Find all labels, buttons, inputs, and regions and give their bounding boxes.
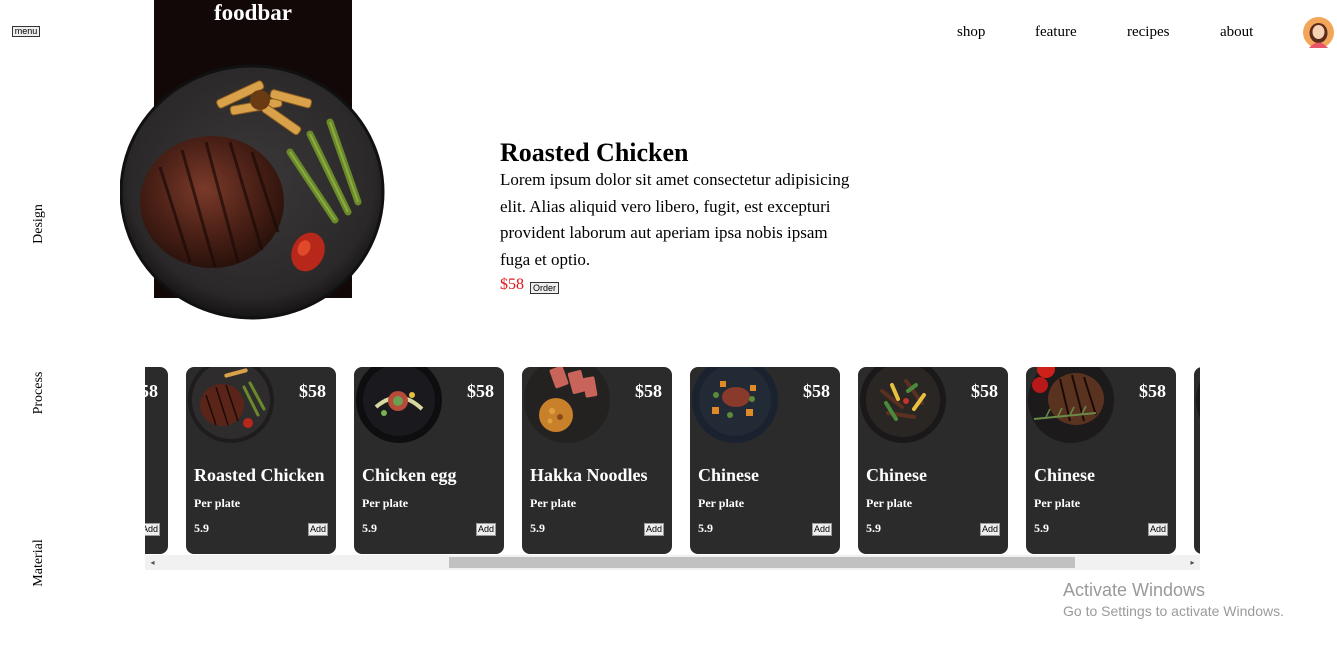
card-subtitle: Per plate <box>698 496 745 510</box>
card-value: 5.9 <box>1034 521 1049 535</box>
scroll-left-arrow-icon[interactable]: ◂ <box>145 555 160 570</box>
card-price: $58 <box>145 381 158 401</box>
user-avatar[interactable] <box>1303 17 1334 48</box>
nav-feature[interactable]: feature <box>1035 24 1077 41</box>
card-title: Hakka Noodles <box>530 465 648 485</box>
add-button[interactable]: Add <box>307 523 328 536</box>
card-price: $58 <box>635 381 662 401</box>
scroll-right-arrow-icon[interactable]: ▸ <box>1185 555 1200 570</box>
food-card-partial-left: $58 Add <box>145 367 168 554</box>
card-price: $58 <box>971 381 998 401</box>
food-card[interactable]: $58 Roasted Chicken Per plate 5.9 Add <box>186 367 336 554</box>
activate-windows-watermark: Activate Windows Go to Settings to activ… <box>1063 579 1284 621</box>
hero-title: Roasted Chicken <box>500 138 689 167</box>
food-card[interactable]: $58 Chicken egg Per plate 5.9 Add <box>354 367 504 554</box>
side-label-process[interactable]: Process <box>31 372 47 415</box>
order-button[interactable]: Order <box>530 282 560 294</box>
side-label-design[interactable]: Design <box>31 204 47 244</box>
noodles-plate-image <box>522 367 612 443</box>
card-subtitle: Per plate <box>194 496 241 510</box>
card-subtitle: Per plate <box>530 496 577 510</box>
add-button[interactable]: Add <box>145 523 160 536</box>
card-title: Roasted Chicken <box>194 465 325 485</box>
add-button[interactable]: Add <box>979 523 1000 536</box>
card-title: Chicken egg <box>362 465 457 485</box>
card-title: Chinese <box>866 465 928 485</box>
scroll-thumb[interactable] <box>449 557 1075 568</box>
food-carousel[interactable]: $58 Add $58 Roasted Chicken Per plate 5.… <box>145 367 1200 555</box>
hero-price: $58 <box>500 276 524 293</box>
hero-food-image <box>120 62 385 320</box>
food-card[interactable]: $58 Chinese Per plate 5.9 Add <box>690 367 840 554</box>
card-price: $58 <box>1139 381 1166 401</box>
card-value: 5.9 <box>194 521 209 535</box>
card-title: Chinese <box>1034 465 1096 485</box>
food-card-partial-right <box>1194 367 1200 554</box>
card-subtitle: Per plate <box>362 496 409 510</box>
duck-plate-image <box>690 367 780 443</box>
card-value: 5.9 <box>866 521 881 535</box>
brand-logo-text[interactable]: foodbar <box>154 0 352 26</box>
food-card[interactable]: $58 Hakka Noodles Per plate 5.9 Add <box>522 367 672 554</box>
card-title: Chinese <box>698 465 760 485</box>
card-value: 5.9 <box>530 521 545 535</box>
watermark-title: Activate Windows <box>1063 580 1206 600</box>
add-button[interactable]: Add <box>1147 523 1168 536</box>
watermark-subtitle: Go to Settings to activate Windows. <box>1063 603 1284 619</box>
steak-plate-image <box>186 367 276 443</box>
add-button[interactable]: Add <box>643 523 664 536</box>
card-price: $58 <box>299 381 326 401</box>
food-card[interactable]: $58 Chinese Per plate 5.9 Add <box>1026 367 1176 554</box>
egg-plate-image <box>354 367 444 443</box>
card-price: $58 <box>803 381 830 401</box>
add-button[interactable]: Add <box>811 523 832 536</box>
carousel-scrollbar[interactable]: ◂ ▸ <box>145 555 1200 570</box>
nav-shop[interactable]: shop <box>957 24 985 41</box>
card-value: 5.9 <box>362 521 377 535</box>
card-subtitle: Per plate <box>866 496 913 510</box>
card-value: 5.9 <box>698 521 713 535</box>
stirfry-plate-image <box>858 367 948 443</box>
add-button[interactable]: Add <box>475 523 496 536</box>
nav-about[interactable]: about <box>1220 24 1253 41</box>
card-price: $58 <box>467 381 494 401</box>
partial-plate-image <box>1194 367 1200 443</box>
side-label-material[interactable]: Material <box>31 539 47 586</box>
food-card[interactable]: $58 Chinese Per plate 5.9 Add <box>858 367 1008 554</box>
grilled-meat-plate-image <box>1026 367 1116 443</box>
hero-description: Lorem ipsum dolor sit amet consectetur a… <box>500 170 850 269</box>
nav-recipes[interactable]: recipes <box>1127 24 1169 41</box>
card-subtitle: Per plate <box>1034 496 1081 510</box>
menu-button[interactable]: menu <box>12 26 40 37</box>
